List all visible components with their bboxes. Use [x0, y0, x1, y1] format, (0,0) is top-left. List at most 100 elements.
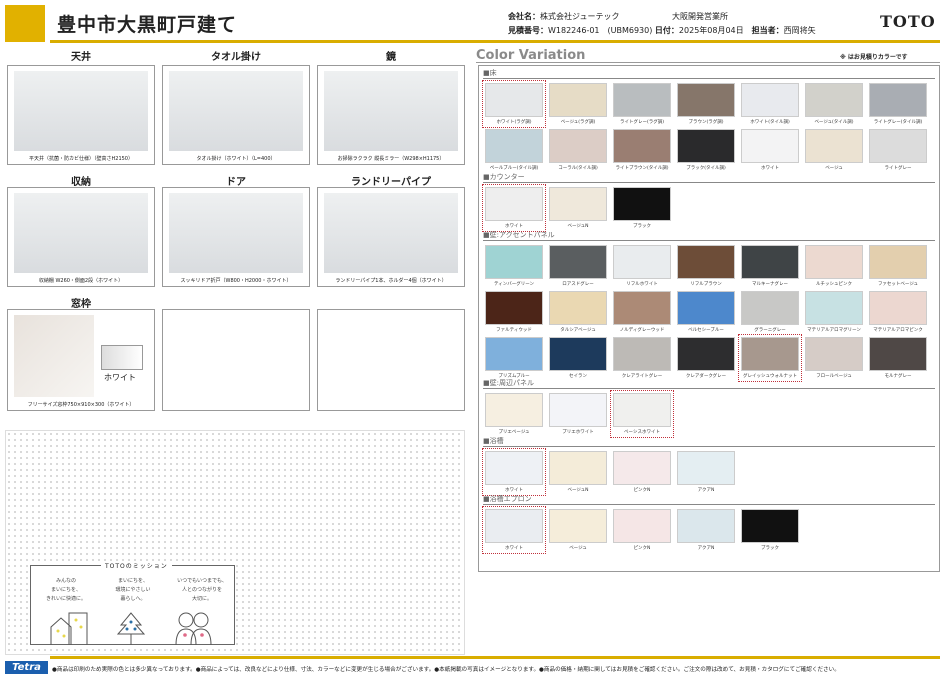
swatch-label: ホワイト — [104, 372, 136, 383]
color-swatch[interactable]: ホワイト — [483, 449, 545, 495]
swatch-color — [485, 509, 543, 543]
mission-text-3: いつでもいつまでも、 人とのつながりを 大切に。 — [170, 577, 234, 604]
swatch-color — [869, 337, 927, 371]
color-swatch[interactable]: ベージュ(ラグ調) — [547, 81, 609, 127]
color-swatch[interactable]: マテリアルアロマピンク — [867, 289, 929, 335]
swatch-label: ライトグレー(タイル調) — [867, 119, 929, 125]
color-swatch[interactable]: プリエホワイト — [547, 391, 609, 437]
color-swatch[interactable]: ホワイト(ラグ調) — [483, 81, 545, 127]
swatch-label: ホワイト(ラグ調) — [483, 119, 545, 125]
color-swatch[interactable]: モルナグレー — [867, 335, 929, 381]
empty-panel — [162, 309, 310, 411]
swatch-color — [613, 291, 671, 325]
color-swatch[interactable]: ファルティウッド — [483, 289, 545, 335]
color-swatch[interactable]: ライトグレー(ラグ調) — [611, 81, 673, 127]
color-swatch[interactable]: ティンバーグリーン — [483, 243, 545, 289]
swatch-label: ブラック — [739, 545, 801, 551]
swatch-label: ホワイト — [483, 223, 545, 229]
color-swatch[interactable]: ブラウン(ラグ調) — [675, 81, 737, 127]
color-swatch[interactable]: ノルディグレーウッド — [611, 289, 673, 335]
color-swatch[interactable]: ライトグレー(タイル調) — [867, 81, 929, 127]
color-swatch[interactable]: コーラル(タイル調) — [547, 127, 609, 173]
color-swatch[interactable]: ベージュN — [547, 185, 609, 231]
swatch-color — [869, 83, 927, 117]
color-swatch[interactable]: ホワイト — [739, 127, 801, 173]
color-swatch[interactable]: クレアダークグレー — [675, 335, 737, 381]
swatch-label: マテリアルアロマグリーン — [803, 327, 865, 333]
swatch-color — [741, 509, 799, 543]
section-header: ■浴槽 — [483, 437, 935, 447]
product-panel: 平天井（抗菌・防カビ仕様）（壁高さH2150） — [7, 65, 155, 165]
mission-text-2: まいにちを、 環境にやさしい 暮らしへ。 — [103, 577, 163, 604]
color-swatch[interactable]: ロアスドグレー — [547, 243, 609, 289]
swatch-label: ベージュ(タイル調) — [803, 119, 865, 125]
color-swatch[interactable]: アクアN — [675, 507, 737, 553]
product-panel: 収納棚 W260・側面2段（ホワイト） — [7, 187, 155, 287]
color-swatch[interactable]: ブラック(タイル調) — [675, 127, 737, 173]
toto-logo: TOTO — [880, 12, 936, 31]
swatch-label: ブラック — [611, 223, 673, 229]
section-header: ■壁:周辺パネル — [483, 379, 935, 389]
swatch-label: プリエホワイト — [547, 429, 609, 435]
swatch-color — [549, 509, 607, 543]
swatch-color — [741, 83, 799, 117]
swatch-color — [549, 337, 607, 371]
color-swatch[interactable]: ベージュN — [547, 449, 609, 495]
color-swatch[interactable]: ベージュ(タイル調) — [803, 81, 865, 127]
color-swatch[interactable]: ホワイト — [483, 185, 545, 231]
color-swatch[interactable]: ベージュ — [547, 507, 609, 553]
color-swatch[interactable]: ベージュ — [803, 127, 865, 173]
color-swatch[interactable]: ファセットベージュ — [867, 243, 929, 289]
section-header: ■浴槽エプロン — [483, 495, 935, 505]
color-swatch[interactable]: クレアライトグレー — [611, 335, 673, 381]
panel-title: 鏡 — [317, 48, 465, 63]
color-swatch[interactable]: ピンクN — [611, 507, 673, 553]
swatch-label: ファルティウッド — [483, 327, 545, 333]
swatch-label: タルシアベージュ — [547, 327, 609, 333]
color-swatch[interactable]: プリエベージュ — [483, 391, 545, 437]
color-swatch[interactable]: ピンクN — [611, 449, 673, 495]
panel-caption: ランドリーパイプ1本、ホルダー4個（ホワイト） — [318, 277, 464, 284]
swatch-label: ホワイト — [483, 487, 545, 493]
color-swatch[interactable]: グラーニグレー — [739, 289, 801, 335]
color-swatch[interactable]: ホワイト — [483, 507, 545, 553]
color-swatch[interactable]: マテリアルアロマグリーン — [803, 289, 865, 335]
color-swatch[interactable]: アクアN — [675, 449, 737, 495]
swatch-color — [613, 451, 671, 485]
footer-divider — [50, 656, 940, 659]
color-swatch[interactable]: ライトグレー — [867, 127, 929, 173]
swatch-color — [485, 393, 543, 427]
mission-title: TOTOのミッション — [101, 561, 172, 570]
color-swatch[interactable]: ルチッシュピンク — [803, 243, 865, 289]
color-swatch[interactable]: タルシアベージュ — [547, 289, 609, 335]
color-swatch[interactable]: ライトブラウン(タイル調) — [611, 127, 673, 173]
color-swatch[interactable]: プリズムブルー — [483, 335, 545, 381]
estimate-label: 見積番号： — [508, 26, 548, 35]
panel-title: 天井 — [7, 48, 155, 63]
color-swatch[interactable]: セイラン — [547, 335, 609, 381]
color-swatch[interactable]: グレイッシュウォルナット — [739, 335, 801, 381]
color-swatch[interactable]: ベルセシーブルー — [675, 289, 737, 335]
color-swatch[interactable]: マルキーナグレー — [739, 243, 801, 289]
swatch-color — [613, 129, 671, 163]
color-swatch[interactable]: リフルブラウン — [675, 243, 737, 289]
swatch-color — [741, 245, 799, 279]
swatch-label: ベルセシーブルー — [675, 327, 737, 333]
color-swatch[interactable]: ペールブルー(タイル調) — [483, 127, 545, 173]
color-swatch[interactable]: フロールベージュ — [803, 335, 865, 381]
color-swatch[interactable]: ブラック — [739, 507, 801, 553]
date-label: 日付： — [655, 26, 679, 35]
swatch-color — [677, 245, 735, 279]
product-panel: ホワイトフリーサイズ窓枠750×910×300（ホワイト） — [7, 309, 155, 411]
swatch-label: リフルブラウン — [675, 281, 737, 287]
color-swatch[interactable]: リフルホワイト — [611, 243, 673, 289]
swatch-color — [613, 83, 671, 117]
color-swatch[interactable]: ブラック — [611, 185, 673, 231]
person-name: 西岡将矢 — [784, 26, 816, 35]
panel-caption: 収納棚 W260・側面2段（ホワイト） — [8, 277, 154, 284]
swatch-color — [485, 245, 543, 279]
color-swatch[interactable]: ベーシスホワイト — [611, 391, 673, 437]
swatch-color — [613, 393, 671, 427]
color-swatch[interactable]: ホワイト(タイル調) — [739, 81, 801, 127]
swatch-color — [805, 83, 863, 117]
